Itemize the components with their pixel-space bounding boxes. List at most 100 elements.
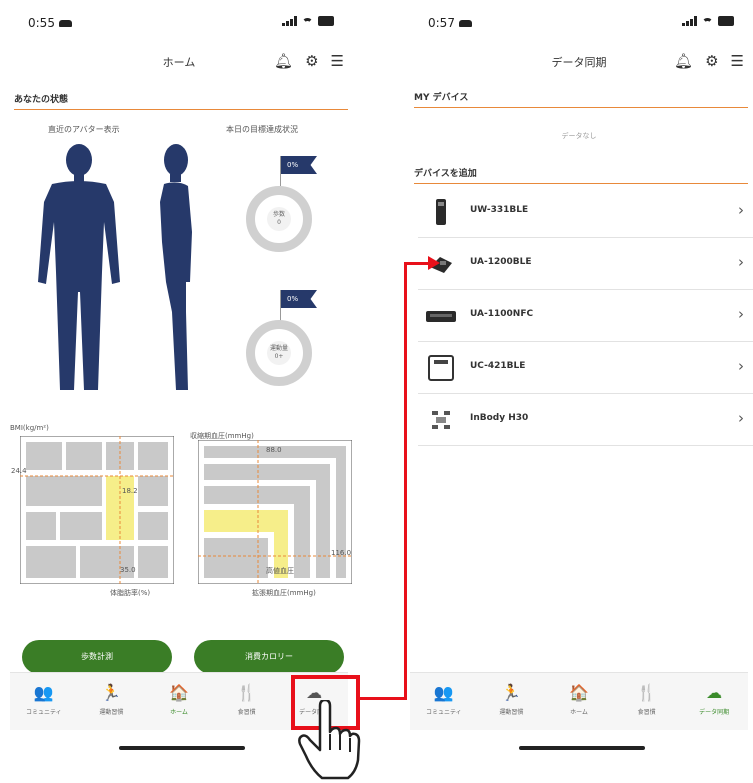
status-bar: 0:55 bbox=[4, 14, 354, 38]
tab-bar: 👥 コミュニティ 🏃 運動習慣 🏠 ホーム 🍴 食習慣 ☁ データ同期 bbox=[410, 672, 748, 730]
tab-label: 食習慣 bbox=[237, 709, 256, 716]
goal-ring-steps: 歩数 0 bbox=[246, 186, 312, 252]
tab-label: コミュニティ bbox=[25, 709, 62, 716]
status-bar: 0:57 bbox=[404, 14, 753, 38]
home-icon: 🏠 bbox=[169, 683, 189, 702]
arrow-line bbox=[404, 262, 430, 265]
bp-zone-label: 高値血圧 bbox=[266, 567, 294, 575]
nav-bar: データ同期 🔔︎ ⚙ ☰ bbox=[404, 48, 753, 76]
community-icon: 👥 bbox=[433, 683, 454, 702]
device-row-ua1100nfc[interactable]: UA-1100NFC › bbox=[418, 290, 753, 342]
battery-icon bbox=[718, 16, 734, 26]
device-row-uc421ble[interactable]: UC-421BLE › bbox=[418, 342, 753, 394]
tab-home[interactable]: 🏠 ホーム bbox=[545, 673, 613, 730]
tab-home[interactable]: 🏠 ホーム bbox=[145, 673, 213, 730]
car-icon bbox=[458, 20, 472, 27]
exercise-icon: 🏃 bbox=[501, 683, 522, 702]
empty-devices-text: データなし bbox=[561, 132, 597, 140]
tab-cloud-upload[interactable]: ☁ データ同期 bbox=[680, 673, 748, 730]
bmi-x-label: 体脂肪率(%) bbox=[110, 589, 151, 597]
tab-label: 食習慣 bbox=[637, 709, 656, 716]
home-icon: 🏠 bbox=[569, 683, 589, 702]
bmi-x-value: 35.0 bbox=[120, 566, 136, 574]
community-icon: 👥 bbox=[33, 683, 54, 702]
menu-icon[interactable]: ☰ bbox=[731, 52, 744, 70]
nav-bar: ホーム 🔔︎ ⚙ ☰ bbox=[4, 48, 354, 76]
bp-chart bbox=[198, 440, 352, 584]
device-row-uw331ble[interactable]: UW-331BLE › bbox=[418, 186, 753, 238]
wifi-icon bbox=[302, 18, 313, 26]
tab-community[interactable]: 👥 コミュニティ bbox=[410, 673, 478, 730]
tab-label: 運動習慣 bbox=[99, 709, 124, 716]
device-name: InBody H30 bbox=[470, 413, 529, 423]
chevron-right-icon: › bbox=[738, 253, 744, 271]
signal-icon bbox=[282, 16, 297, 26]
section-title-add-device: デバイスを追加 bbox=[414, 166, 748, 184]
gear-icon[interactable]: ⚙ bbox=[305, 52, 318, 70]
arrow-line bbox=[404, 262, 407, 700]
bmi-chart bbox=[20, 436, 174, 584]
bell-icon[interactable]: 🔔︎ bbox=[274, 52, 293, 70]
home-indicator bbox=[519, 746, 645, 750]
home-screen: 0:55 ホーム 🔔︎ ⚙ ☰ あなたの状態 直近のアバター表示 本日の目標達成… bbox=[4, 0, 354, 783]
tab-label: ホーム bbox=[170, 709, 188, 716]
bp-top-value: 88.0 bbox=[266, 446, 282, 454]
status-time: 0:57 bbox=[428, 16, 472, 30]
car-icon bbox=[58, 20, 72, 27]
device-row-inbody-h30[interactable]: InBody H30 › bbox=[418, 394, 753, 446]
chevron-right-icon: › bbox=[738, 305, 744, 323]
avatar-label: 直近のアバター表示 bbox=[48, 125, 120, 134]
chevron-right-icon: › bbox=[738, 357, 744, 375]
steps-button[interactable]: 歩数計測 bbox=[22, 640, 172, 674]
device-name: UW-331BLE bbox=[470, 205, 529, 215]
tab-meal[interactable]: 🍴 食習慣 bbox=[613, 673, 681, 730]
menu-icon[interactable]: ☰ bbox=[331, 52, 344, 70]
bmi-mark-value: 18.2 bbox=[122, 487, 138, 495]
bmi-chart-title: BMI(kg/m²) bbox=[10, 424, 49, 432]
pointing-hand-icon bbox=[298, 700, 361, 780]
goal-label: 本日の目標達成状況 bbox=[226, 125, 298, 134]
cuff-device-icon bbox=[426, 311, 456, 322]
calories-button[interactable]: 消費カロリー bbox=[194, 640, 344, 674]
bp-x-label: 拡張期血圧(mmHg) bbox=[252, 589, 316, 597]
arrow-head-icon bbox=[428, 256, 440, 270]
device-name: UA-1200BLE bbox=[470, 257, 532, 267]
goal-flag-exercise: 0% bbox=[281, 290, 317, 308]
tab-label: 運動習慣 bbox=[499, 709, 524, 716]
gear-icon[interactable]: ⚙ bbox=[705, 52, 718, 70]
bmi-y-value: 24.4 bbox=[11, 467, 27, 475]
tab-meal[interactable]: 🍴 食習慣 bbox=[213, 673, 281, 730]
section-title-status: あなたの状態 bbox=[14, 92, 348, 110]
meal-icon: 🍴 bbox=[236, 683, 257, 702]
arrow-line bbox=[360, 697, 407, 700]
body-scale-device-icon bbox=[428, 355, 454, 381]
avatar-side bbox=[160, 144, 192, 390]
device-name: UA-1100NFC bbox=[470, 309, 534, 319]
scale-device-icon bbox=[436, 199, 446, 225]
tab-label: データ同期 bbox=[699, 709, 730, 716]
wifi-icon bbox=[702, 18, 713, 26]
exercise-icon: 🏃 bbox=[101, 683, 122, 702]
status-time: 0:55 bbox=[28, 16, 72, 30]
chevron-right-icon: › bbox=[738, 409, 744, 427]
goal-flag-steps: 0% bbox=[281, 156, 317, 174]
tab-label: コミュニティ bbox=[425, 709, 462, 716]
cloud-upload-icon: ☁ bbox=[706, 683, 723, 702]
chevron-right-icon: › bbox=[738, 201, 744, 219]
tab-label: ホーム bbox=[570, 709, 588, 716]
device-name: UC-421BLE bbox=[470, 361, 526, 371]
goal-ring-exercise: 運動量 0+ bbox=[246, 320, 312, 386]
data-sync-screen: 0:57 データ同期 🔔︎ ⚙ ☰ MY デバイス データなし デバイスを追加 … bbox=[404, 0, 753, 783]
device-row-ua1200ble[interactable]: UA-1200BLE › bbox=[418, 238, 753, 290]
meal-icon: 🍴 bbox=[636, 683, 657, 702]
battery-icon bbox=[318, 16, 334, 26]
avatar-front bbox=[38, 144, 120, 390]
tab-community[interactable]: 👥 コミュニティ bbox=[10, 673, 78, 730]
bell-icon[interactable]: 🔔︎ bbox=[674, 52, 693, 70]
section-title-my-devices: MY デバイス bbox=[414, 90, 748, 108]
inbody-device-icon bbox=[432, 411, 450, 429]
tab-exercise[interactable]: 🏃 運動習慣 bbox=[478, 673, 546, 730]
signal-icon bbox=[682, 16, 697, 26]
bp-right-value: 116.0 bbox=[331, 549, 352, 557]
tab-exercise[interactable]: 🏃 運動習慣 bbox=[78, 673, 146, 730]
